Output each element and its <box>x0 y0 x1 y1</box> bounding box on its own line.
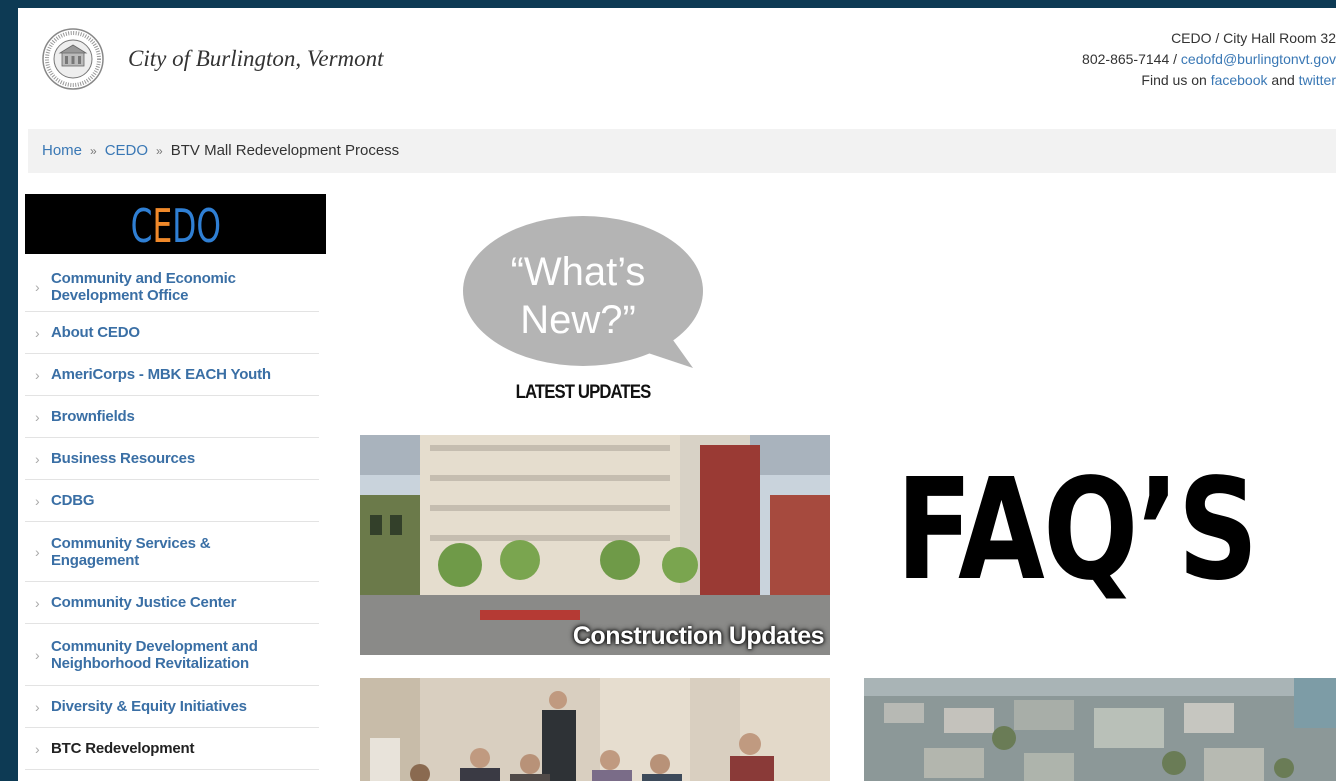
aerial-photo <box>864 678 1336 781</box>
meeting-photo <box>360 678 830 781</box>
sidebar-item-btc-redevelopment[interactable]: › BTC Redevelopment <box>25 728 319 770</box>
chevron-right-icon: › <box>35 450 40 467</box>
sidebar-item-community-development[interactable]: › Community Development and Neighborhood R… <box>25 624 319 686</box>
cedo-banner[interactable]: CEDO <box>25 194 326 254</box>
breadcrumb-cedo[interactable]: CEDO <box>105 142 148 159</box>
sidebar-item-about-cedo[interactable]: › About CEDO <box>25 312 319 354</box>
breadcrumb-separator: » <box>90 144 97 158</box>
find-us-text: Find us on <box>1141 72 1211 88</box>
community-meeting-image[interactable] <box>360 678 830 781</box>
label-line: Development Office <box>51 286 189 304</box>
contact-location: CEDO / City Hall Room 32 <box>1171 30 1336 46</box>
chevron-right-icon: › <box>35 492 40 509</box>
label-line: Community and Economic <box>51 269 236 287</box>
page: City of Burlington, Vermont CEDO / City … <box>18 8 1336 781</box>
sidebar-item-community-services[interactable]: › Community Services & Engagement <box>25 522 319 582</box>
aerial-view-image[interactable] <box>864 678 1336 781</box>
sidebar-item-label: Business Resources <box>51 450 195 467</box>
sidebar-item-label: Community Services & Engagement <box>51 534 211 569</box>
breadcrumb-separator: » <box>156 144 163 158</box>
chevron-right-icon: › <box>35 740 40 757</box>
faq-link[interactable]: FAQ’S <box>896 456 1258 606</box>
sidebar-item-label: BTC Redevelopment <box>51 740 195 757</box>
chevron-right-icon: › <box>35 698 40 715</box>
sidebar-item-label: Brownfields <box>51 408 135 425</box>
cedo-logo: CEDO <box>130 200 220 250</box>
sidebar-item-americorps[interactable]: › AmeriCorps - MBK EACH Youth <box>25 354 319 396</box>
chevron-right-icon: › <box>35 366 40 383</box>
whats-new-line2: New?” <box>520 298 636 342</box>
chevron-right-icon: › <box>35 278 40 295</box>
chevron-right-icon: › <box>35 543 40 560</box>
breadcrumb-home[interactable]: Home <box>42 142 82 159</box>
cedo-logo-text: CEDO <box>130 200 220 250</box>
contact-social: Find us on facebook and twitter <box>1082 70 1336 91</box>
twitter-link[interactable]: twitter <box>1299 72 1336 88</box>
chevron-right-icon: › <box>35 324 40 341</box>
sidebar-item-label: Diversity & Equity Initiatives <box>51 698 247 715</box>
label-line: Community Services & <box>51 534 211 552</box>
chevron-right-icon: › <box>35 646 40 663</box>
sidebar-item-brownfields[interactable]: › Brownfields <box>25 396 319 438</box>
city-title[interactable]: City of Burlington, Vermont <box>128 46 384 72</box>
sidebar-item-label: AmeriCorps - MBK EACH Youth <box>51 366 271 383</box>
sidebar-item-community-economic-development[interactable]: › Community and Economic Development Offic… <box>25 262 319 312</box>
sidebar-item-label: CDBG <box>51 492 95 509</box>
sidebar-item-community-justice-center[interactable]: › Community Justice Center <box>25 582 319 624</box>
chevron-right-icon: › <box>35 408 40 425</box>
contact-info: CEDO / City Hall Room 32 802-865-7144 / … <box>1082 28 1336 91</box>
contact-email-link[interactable]: cedofd@burlingtonvt.gov <box>1181 51 1336 67</box>
sidebar-item-cdbg[interactable]: › CDBG <box>25 480 319 522</box>
latest-updates-heading[interactable]: LATEST UPDATES <box>477 382 688 404</box>
sidebar-item-label: About CEDO <box>51 324 140 341</box>
whats-new-line1: “What’s <box>511 250 646 294</box>
sidebar-item-label: Community and Economic Development Office <box>51 270 236 304</box>
contact-phone-email: 802-865-7144 / cedofd@burlingtonvt.gov <box>1082 49 1336 70</box>
sidebar-item-label: Community Development and Neighborhood Re… <box>51 638 258 672</box>
sidebar-item-business-resources[interactable]: › Business Resources <box>25 438 319 480</box>
construction-updates-label: Construction Updates <box>572 622 825 650</box>
label-line: Neighborhood Revitalization <box>51 654 249 672</box>
construction-updates-image[interactable]: Construction Updates <box>360 435 830 655</box>
whats-new-bubble[interactable]: “What’s New?” <box>458 213 708 373</box>
label-line: Engagement <box>51 551 140 569</box>
breadcrumb-current: BTV Mall Redevelopment Process <box>170 142 400 159</box>
sidebar-item-diversity-equity[interactable]: › Diversity & Equity Initiatives <box>25 686 319 728</box>
contact-phone: 802-865-7144 <box>1082 51 1170 67</box>
sidebar-nav: › Community and Economic Development Offic… <box>25 262 319 770</box>
and-text: and <box>1267 72 1299 88</box>
breadcrumb: Home » CEDO » BTV Mall Redevelopment Process <box>28 129 1336 173</box>
sidebar-item-label: Community Justice Center <box>51 594 237 611</box>
facebook-link[interactable]: facebook <box>1211 72 1268 88</box>
city-seal-logo[interactable] <box>42 28 104 90</box>
contact-slash: / <box>1169 51 1181 67</box>
chevron-right-icon: › <box>35 594 40 611</box>
label-line: Community Development and <box>51 637 258 655</box>
